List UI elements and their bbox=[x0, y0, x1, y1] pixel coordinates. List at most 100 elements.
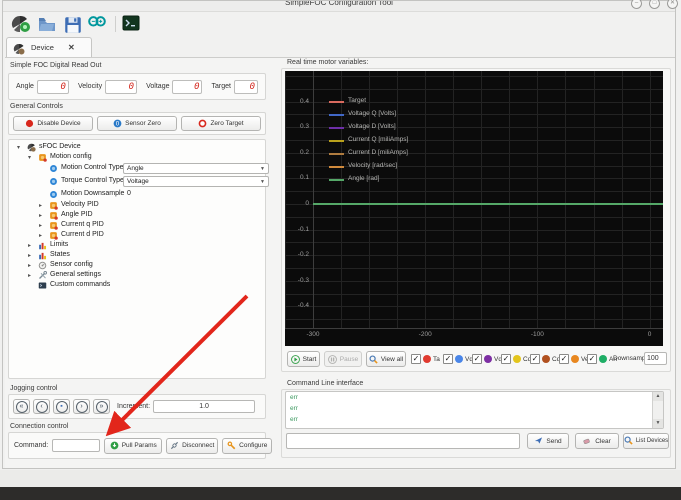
series-toggle-ta[interactable]: ✓ Ta bbox=[411, 351, 440, 367]
cli-output-list[interactable]: err err err ▲ ▼ bbox=[285, 391, 664, 429]
chevron-right-icon[interactable]: ▸ bbox=[28, 262, 31, 269]
gridline-h bbox=[285, 216, 663, 218]
open-file-icon bbox=[37, 15, 57, 33]
checkbox-icon[interactable]: ✓ bbox=[443, 354, 453, 364]
series-toggle-vq[interactable]: ✓ Vq bbox=[443, 351, 473, 367]
tree-item-torque-control-type[interactable]: Torque Control Type Voltage ▼ bbox=[9, 176, 269, 187]
chevron-right-icon[interactable]: ▸ bbox=[28, 252, 31, 259]
cli-scrollbar[interactable]: ▲ ▼ bbox=[652, 392, 663, 428]
tree-item-label: Velocity PID bbox=[61, 201, 99, 208]
tree-item-general-settings[interactable]: ▸ General settings bbox=[9, 271, 265, 281]
downsample-input[interactable] bbox=[644, 352, 667, 365]
series-toggle-vd[interactable]: ✓ Vd bbox=[472, 351, 502, 367]
series-toggle-ve[interactable]: ✓ Ve bbox=[559, 351, 589, 367]
toolbar bbox=[3, 12, 675, 37]
checkbox-icon[interactable]: ✓ bbox=[530, 354, 540, 364]
send-button[interactable]: Send bbox=[527, 433, 569, 449]
pull-params-button[interactable]: Pull Params bbox=[104, 437, 163, 454]
readout-field-value[interactable]: 0 bbox=[36, 79, 69, 94]
red-dot-icon bbox=[25, 119, 34, 128]
chevron-right-icon[interactable]: ▸ bbox=[39, 222, 42, 229]
checkbox-icon[interactable]: ✓ bbox=[472, 354, 482, 364]
cli-input[interactable] bbox=[286, 433, 520, 449]
checkbox-icon[interactable]: ✓ bbox=[587, 354, 597, 364]
jog-right-button[interactable]: › bbox=[73, 399, 90, 414]
tree-item-current-q-pid[interactable]: ▸ Current q PID bbox=[9, 221, 265, 231]
readout-field-value[interactable]: 0 bbox=[105, 79, 138, 94]
chevron-right-icon[interactable]: ▸ bbox=[39, 202, 42, 209]
jog-stop-button[interactable]: ▪ bbox=[53, 399, 70, 414]
tree-item-current-d-pid[interactable]: ▸ Current d PID bbox=[9, 231, 265, 241]
zero-target-button[interactable]: Zero Target bbox=[181, 116, 261, 131]
disconnect-button[interactable]: Disconnect bbox=[166, 437, 219, 454]
open-file-button[interactable] bbox=[37, 15, 57, 33]
play-icon bbox=[290, 354, 300, 364]
tree-item-velocity-pid[interactable]: ▸ Velocity PID bbox=[9, 201, 265, 211]
button-label: Disconnect bbox=[182, 442, 215, 449]
chevron-down-icon[interactable]: ▾ bbox=[17, 144, 20, 151]
tree-item-motion-config[interactable]: ▾ Motion config bbox=[9, 153, 265, 163]
readout-field: Target 0 bbox=[212, 79, 258, 94]
readout-field-value[interactable]: 0 bbox=[172, 79, 203, 94]
chevron-right-icon[interactable]: ▸ bbox=[39, 232, 42, 239]
tree-item-label: General settings bbox=[50, 271, 101, 278]
disable-device-button[interactable]: Disable Device bbox=[13, 116, 93, 131]
series-toggle-cd[interactable]: ✓ Cd bbox=[530, 351, 560, 367]
checkbox-icon[interactable]: ✓ bbox=[501, 354, 511, 364]
terminal-button[interactable] bbox=[122, 15, 140, 31]
jogging-box: « ‹ ▪ › » Increment: bbox=[8, 394, 266, 419]
scroll-up-icon[interactable]: ▲ bbox=[653, 392, 663, 401]
series-toggle-cq[interactable]: ✓ Cq bbox=[501, 351, 531, 367]
gridline-v bbox=[285, 71, 286, 328]
magnifier-icon bbox=[624, 435, 633, 447]
chevron-right-icon[interactable]: ▸ bbox=[39, 212, 42, 219]
tree-item-motion-control-type[interactable]: Motion Control Type Angle ▼ bbox=[9, 163, 269, 174]
clear-button[interactable]: Clear bbox=[575, 433, 619, 449]
jog-left-button[interactable]: ‹ bbox=[33, 399, 50, 414]
scroll-down-icon[interactable]: ▼ bbox=[653, 419, 663, 428]
readout-field-value[interactable]: 0 bbox=[234, 79, 258, 94]
tree-item-custom-commands[interactable]: Custom commands bbox=[9, 281, 265, 291]
sensor-zero-button[interactable]: 0 Sensor Zero bbox=[97, 116, 177, 131]
chevron-down-icon[interactable]: ▾ bbox=[28, 154, 31, 161]
jog-fast-right-button[interactable]: » bbox=[93, 399, 110, 414]
jog-fast-left-button[interactable]: « bbox=[13, 399, 30, 414]
list-devices-button[interactable]: List Devices bbox=[623, 433, 669, 449]
chevron-down-icon: ▼ bbox=[260, 165, 265, 172]
tab-close-icon[interactable]: ✕ bbox=[68, 43, 75, 52]
save-button[interactable] bbox=[63, 15, 83, 33]
chevron-right-icon[interactable]: ▸ bbox=[28, 242, 31, 249]
y-tick-label: -0.4 bbox=[297, 302, 309, 310]
tree-item-states[interactable]: ▸ States bbox=[9, 251, 265, 261]
tree-item-sfoc-device[interactable]: ▾ sFOC Device bbox=[9, 143, 265, 153]
legend-swatch bbox=[329, 166, 344, 168]
realtime-chart[interactable]: 0.4 0.3 0.2 0.1 0 -0.1 -0.2 -0.3 -0.4 -300 -200 -10… bbox=[285, 71, 663, 346]
titlebar: SimpleFOC Configuration Tool bbox=[3, 1, 675, 12]
command-input[interactable] bbox=[52, 439, 101, 452]
readout-field-label: Angle bbox=[16, 83, 34, 90]
y-tick-label: -0.1 bbox=[297, 225, 309, 233]
tree-combo-motion-control-type[interactable]: Angle ▼ bbox=[123, 163, 269, 174]
bottom-bar bbox=[0, 487, 681, 500]
view-all-button[interactable]: View all bbox=[366, 351, 406, 367]
tree-combo-torque-control-type[interactable]: Voltage ▼ bbox=[123, 176, 269, 187]
close-button[interactable]: ✕ bbox=[667, 0, 678, 9]
connection-section-title: Connection control bbox=[10, 423, 69, 430]
increment-input[interactable] bbox=[153, 400, 256, 413]
tree-item-motion-downsample[interactable]: Motion Downsample 0 bbox=[9, 190, 265, 200]
tree-item-angle-pid[interactable]: ▸ Angle PID bbox=[9, 211, 265, 221]
gridline-h bbox=[285, 76, 663, 77]
checkbox-icon[interactable]: ✓ bbox=[559, 354, 569, 364]
tree-item-limits[interactable]: ▸ Limits bbox=[9, 241, 265, 251]
arduino-button[interactable] bbox=[87, 15, 107, 33]
readout-field: Voltage 0 bbox=[146, 79, 203, 94]
checkbox-icon[interactable]: ✓ bbox=[411, 354, 421, 364]
configure-button[interactable]: Configure bbox=[222, 437, 273, 454]
start-button[interactable]: Start bbox=[287, 351, 320, 367]
tree-item-sensor-config[interactable]: ▸ Sensor config bbox=[9, 261, 265, 271]
button-label: View all bbox=[380, 355, 404, 363]
pull-icon bbox=[110, 441, 119, 450]
tab-device[interactable]: Device ✕ bbox=[6, 37, 92, 57]
chevron-right-icon[interactable]: ▸ bbox=[28, 272, 31, 279]
device-connect-button[interactable] bbox=[11, 15, 31, 33]
